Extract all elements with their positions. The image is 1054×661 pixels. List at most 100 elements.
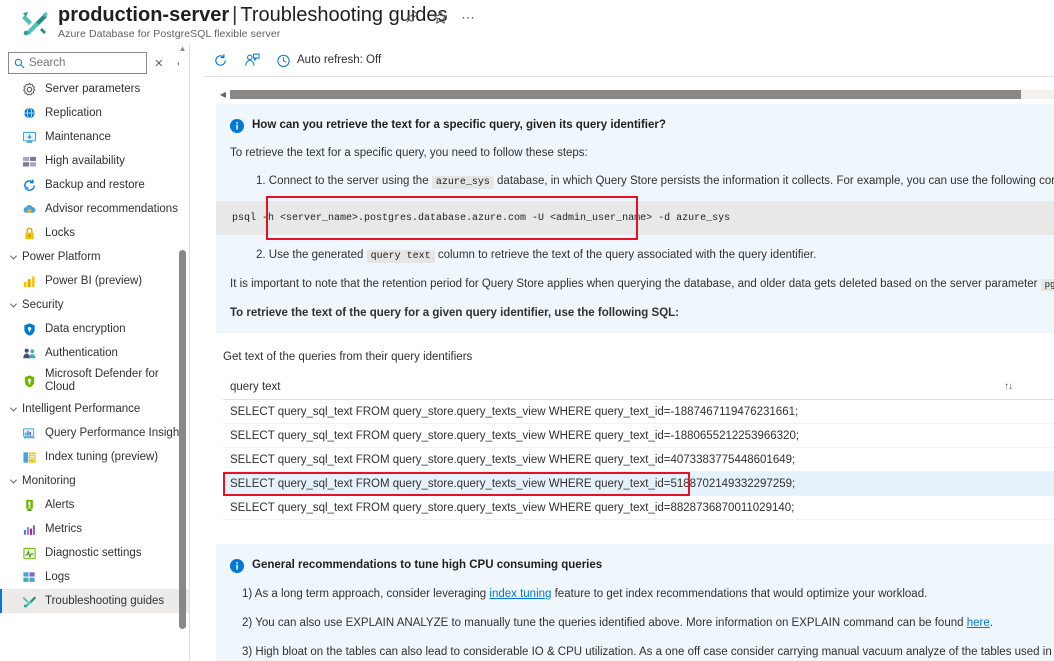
sidebar-item-data-encryption[interactable]: Data encryption [0, 317, 190, 341]
sidebar-item-logs[interactable]: Logs [0, 565, 190, 589]
sidebar-group-monitoring[interactable]: Monitoring [0, 469, 190, 493]
horizontal-scroll-thumb[interactable] [230, 89, 1022, 99]
sidebar-group-intelligent-performance[interactable]: Intelligent Performance [0, 397, 190, 421]
sidebar-item-power-bi-preview[interactable]: Power BI (preview) [0, 269, 190, 293]
sidebar-item-label: Advisor recommendations [45, 202, 178, 215]
auto-refresh-label: Auto refresh: Off [297, 54, 382, 66]
title-separator: | [232, 4, 238, 26]
content-horizontal-scrollbar[interactable]: ◀ [216, 88, 1054, 100]
recommendation-item-2: 2) You can also use EXPLAIN ANALYZE to m… [242, 616, 1054, 631]
recommendation-item-1: 1) As a long term approach, consider lev… [242, 587, 1054, 602]
sidebar-item-authentication[interactable]: Authentication [0, 341, 190, 365]
sidebar-item-label: Maintenance [45, 130, 111, 143]
sidebar-item-label: Power BI (preview) [45, 274, 143, 287]
power-bi-icon [22, 274, 37, 289]
sidebar-item-label: High availability [45, 154, 125, 167]
scroll-left-arrow-icon[interactable]: ◀ [216, 90, 230, 99]
info-panel-note: It is important to note that the retenti… [230, 277, 1054, 293]
sidebar-item-label: Alerts [45, 498, 75, 511]
sidebar-group-power-platform[interactable]: Power Platform [0, 245, 190, 269]
sidebar-item-query-performance-insight[interactable]: Query Performance Insight [0, 421, 190, 445]
sidebar-item-microsoft-defender-for-cloud[interactable]: Microsoft Defender for Cloud [0, 365, 190, 397]
step2-inline-code: query text [366, 250, 435, 263]
sidebar-item-high-availability[interactable]: High availability [0, 149, 190, 173]
sidebar-item-metrics[interactable]: Metrics [0, 517, 190, 541]
sidebar-item-maintenance[interactable]: Maintenance [0, 125, 190, 149]
sidebar-item-label: Microsoft Defender for Cloud [45, 368, 159, 393]
sidebar-group-label: Monitoring [22, 475, 76, 487]
command-toolbar: Auto refresh: Off [205, 48, 389, 72]
page-subtitle: Azure Database for PostgreSQL flexible s… [58, 28, 281, 40]
info-icon [230, 119, 244, 133]
chevron-down-icon [6, 405, 20, 414]
scroll-up-arrow-icon[interactable]: ▲ [178, 45, 187, 53]
info-panel: How can you retrieve the text for a spec… [216, 104, 1054, 333]
people-icon [22, 346, 37, 361]
metrics-chart-icon [22, 522, 37, 537]
explain-command-link[interactable]: here [967, 617, 990, 629]
chevron-down-icon [6, 477, 20, 486]
favorite-star-icon[interactable] [431, 8, 449, 26]
sort-ascending-descending-icon[interactable]: ↑↓ [1004, 381, 1013, 392]
info-panel-step-1: 1. Connect to the server using the azure… [256, 174, 1054, 190]
feedback-button[interactable] [236, 48, 268, 72]
table-row[interactable]: SELECT query_sql_text FROM query_store.q… [223, 424, 1054, 448]
sidebar-item-label: Troubleshooting guides [45, 594, 165, 607]
chevron-down-icon [6, 301, 20, 310]
info-panel-intro: To retrieve the text for a specific quer… [230, 147, 588, 159]
sidebar-item-label: Index tuning (preview) [45, 450, 159, 463]
sidebar-scroll-thumb[interactable] [179, 250, 186, 629]
sidebar-item-server-parameters[interactable]: Server parameters [0, 77, 190, 101]
sidebar-item-label: Metrics [45, 522, 83, 535]
auto-refresh-button[interactable]: Auto refresh: Off [268, 48, 389, 72]
chevron-down-icon [6, 253, 20, 262]
sidebar-item-label: Logs [45, 570, 70, 583]
sidebar-item-backup-and-restore[interactable]: Backup and restore [0, 173, 190, 197]
header-actions: ⋯ [403, 8, 477, 26]
index-tuning-icon [22, 450, 37, 465]
sidebar-group-security[interactable]: Security [0, 293, 190, 317]
sidebar-item-troubleshooting-guides[interactable]: Troubleshooting guides [0, 589, 190, 613]
table-row[interactable]: SELECT query_sql_text FROM query_store.q… [223, 472, 1054, 496]
table-row[interactable]: SELECT query_sql_text FROM query_store.q… [223, 400, 1054, 424]
sidebar: ✕ « Server parameters Replication Maintena… [0, 45, 190, 661]
pin-icon[interactable] [403, 8, 421, 26]
sidebar-scrollbar[interactable]: ▲ [179, 45, 186, 629]
info-icon [230, 559, 244, 573]
recommendations-title: General recommendations to tune high CPU… [252, 559, 603, 571]
index-tuning-link[interactable]: index tuning [489, 588, 551, 600]
column-header-query-text[interactable]: query text [223, 381, 281, 393]
query-insight-icon [22, 426, 37, 441]
toolbar-divider [205, 76, 1054, 77]
defender-shield-icon [22, 374, 37, 389]
table-row[interactable]: SELECT query_sql_text FROM query_store.q… [223, 448, 1054, 472]
info-panel-title: How can you retrieve the text for a spec… [252, 119, 666, 131]
main-content: How can you retrieve the text for a spec… [216, 104, 1054, 661]
sidebar-item-advisor-recommendations[interactable]: Advisor recommendations [0, 197, 190, 221]
sidebar-item-alerts[interactable]: Alerts [0, 493, 190, 517]
monitor-icon [22, 130, 37, 145]
recommendations-panel: General recommendations to tune high CPU… [216, 544, 1054, 661]
sidebar-item-diagnostic-settings[interactable]: Diagnostic settings [0, 541, 190, 565]
sidebar-item-label: Data encryption [45, 322, 126, 335]
page-title: production-server | Troubleshooting guides [58, 3, 448, 27]
step2-suffix: column to retrieve the text of the query… [437, 249, 817, 261]
search-box[interactable] [8, 52, 148, 74]
sidebar-divider [189, 45, 190, 661]
close-search-icon[interactable]: ✕ [149, 57, 168, 70]
table-row[interactable]: SELECT query_sql_text FROM query_store.q… [223, 496, 1054, 520]
alert-bell-icon [22, 498, 37, 513]
search-input[interactable] [29, 57, 139, 69]
horizontal-scroll-track[interactable] [230, 89, 1054, 99]
sidebar-group-label: Security [22, 299, 64, 311]
sidebar-group-label: Intelligent Performance [22, 403, 141, 415]
refresh-button[interactable] [205, 48, 236, 72]
shield-icon [22, 322, 37, 337]
psql-command-text: psql -h <server_name>.postgres.database.… [232, 212, 731, 224]
sidebar-item-replication[interactable]: Replication [0, 101, 190, 125]
sidebar-item-index-tuning-preview[interactable]: Index tuning (preview) [0, 445, 190, 469]
psql-command-code-block: psql -h <server_name>.postgres.database.… [216, 196, 1054, 240]
more-options-icon[interactable]: ⋯ [459, 8, 477, 26]
sidebar-item-locks[interactable]: Locks [0, 221, 190, 245]
page-title-block: production-server | Troubleshooting guides… [58, 3, 448, 40]
